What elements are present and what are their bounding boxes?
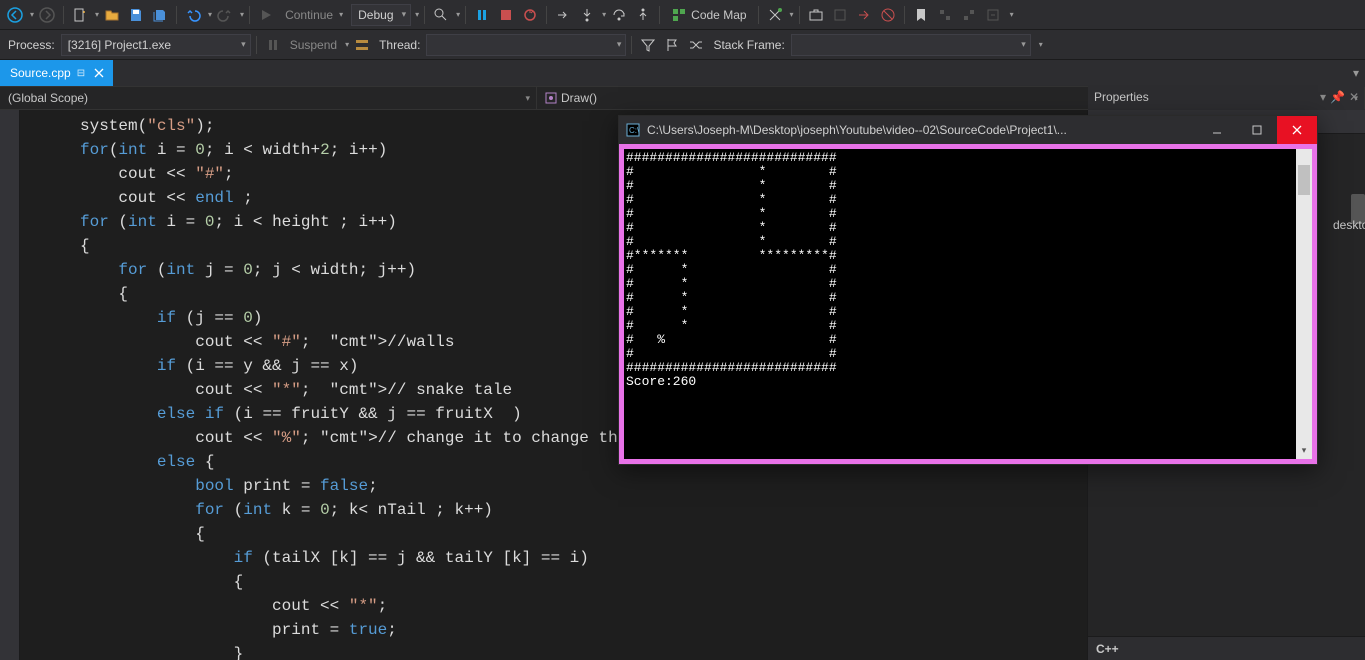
console-app-icon: C:\	[625, 122, 641, 138]
codemap-label: Code Map	[691, 8, 746, 22]
toolbox-button[interactable]	[805, 4, 827, 26]
bookmark-icon[interactable]	[910, 4, 932, 26]
console-title: C:\Users\Joseph-M\Desktop\joseph\Youtube…	[647, 123, 1197, 137]
properties-footer: C++	[1088, 636, 1365, 660]
find-button[interactable]	[430, 4, 452, 26]
console-minimize-button[interactable]	[1197, 116, 1237, 144]
process-label: Process:	[4, 38, 59, 52]
console-output-text: ########################### # * # # * # …	[626, 151, 1310, 389]
step-out-button[interactable]	[632, 4, 654, 26]
undo-dd[interactable]: ▾	[208, 10, 212, 19]
thread-icon[interactable]	[351, 34, 373, 56]
stackframe-dropdown[interactable]	[791, 34, 1031, 56]
process-value: [3216] Project1.exe	[68, 38, 171, 52]
flag-icon[interactable]	[661, 34, 683, 56]
tb-arrow-icon[interactable]	[853, 4, 875, 26]
save-button[interactable]	[125, 4, 147, 26]
toolbar-main: ▾ ▾ ▾ ▾ Continue ▾ Debug ▾ ▾	[0, 0, 1365, 30]
process-dropdown[interactable]: [3216] Project1.exe	[61, 34, 251, 56]
config-extra-dd[interactable]: ▾	[415, 10, 419, 19]
start-button[interactable]	[255, 4, 277, 26]
scope-left-value: (Global Scope)	[8, 91, 88, 105]
new-file-button[interactable]	[69, 4, 91, 26]
continue-button[interactable]: Continue ▾	[279, 4, 349, 26]
find-dd[interactable]: ▾	[456, 10, 460, 19]
save-all-button[interactable]	[149, 4, 171, 26]
toolbar-overflow-dd[interactable]: ▾	[1010, 10, 1014, 19]
add-to-map-dd[interactable]: ▾	[790, 10, 794, 19]
filter-icon[interactable]	[637, 34, 659, 56]
console-close-button[interactable]	[1277, 116, 1317, 144]
suspend-pause-icon[interactable]	[262, 34, 284, 56]
scope-left-dropdown[interactable]: (Global Scope)	[0, 87, 537, 109]
thread-dropdown[interactable]	[426, 34, 626, 56]
properties-side-label: desktop	[1333, 218, 1365, 232]
console-titlebar[interactable]: C:\ C:\Users\Joseph-M\Desktop\joseph\You…	[619, 116, 1317, 144]
stop-button[interactable]	[495, 4, 517, 26]
nav-forward-button[interactable]	[36, 4, 58, 26]
shuffle-icon[interactable]	[685, 34, 707, 56]
debug-toolbar-overflow[interactable]: ▾	[1039, 40, 1043, 49]
open-file-button[interactable]	[101, 4, 123, 26]
restart-button[interactable]	[519, 4, 541, 26]
breakpoint-gutter[interactable]	[0, 110, 20, 660]
suspend-dd[interactable]: ▾	[345, 40, 349, 49]
step-into-dd[interactable]: ▾	[602, 10, 606, 19]
console-scroll-down[interactable]: ▾	[1296, 443, 1312, 459]
redo-button[interactable]	[214, 4, 236, 26]
new-file-dd[interactable]: ▾	[95, 10, 99, 19]
console-scroll-thumb[interactable]	[1298, 165, 1310, 195]
nav-back-dd[interactable]: ▾	[30, 10, 34, 19]
tab-pin-icon[interactable]: ⊟	[77, 68, 85, 79]
stackframe-label: Stack Frame:	[709, 38, 788, 52]
tab-close-button[interactable]	[91, 65, 107, 81]
nav-back-button[interactable]	[4, 4, 26, 26]
add-to-map-button[interactable]	[764, 4, 786, 26]
tb-icon-2[interactable]	[829, 4, 851, 26]
thread-label: Thread:	[375, 38, 424, 52]
console-scrollbar[interactable]: ▴ ▾	[1296, 149, 1312, 459]
properties-footer-text: C++	[1096, 642, 1119, 656]
tb-icon-7[interactable]	[958, 4, 980, 26]
config-value: Debug	[358, 8, 393, 22]
tb-cancel-icon[interactable]	[877, 4, 899, 26]
document-tabs: Source.cpp ⊟ ▾	[0, 60, 1365, 86]
redo-dd[interactable]: ▾	[240, 10, 244, 19]
console-maximize-button[interactable]	[1237, 116, 1277, 144]
step-over-button[interactable]	[608, 4, 630, 26]
tab-label: Source.cpp	[10, 66, 71, 80]
codemap-button[interactable]: Code Map	[665, 4, 752, 26]
tab-source-cpp[interactable]: Source.cpp ⊟	[0, 60, 113, 86]
console-body: ########################### # * # # * # …	[624, 149, 1312, 459]
tabs-overflow[interactable]: ▾	[1347, 66, 1365, 80]
continue-label: Continue	[285, 8, 333, 22]
undo-button[interactable]	[182, 4, 204, 26]
step-into-button[interactable]	[576, 4, 598, 26]
suspend-label: Suspend	[286, 38, 341, 52]
scope-bar: (Global Scope) Draw()	[0, 86, 1365, 110]
config-dropdown[interactable]: Debug	[351, 4, 411, 26]
svg-text:C:\: C:\	[629, 126, 640, 135]
scope-right-value: Draw()	[561, 91, 597, 105]
console-window[interactable]: C:\ C:\Users\Joseph-M\Desktop\joseph\You…	[618, 115, 1318, 465]
pause-button[interactable]	[471, 4, 493, 26]
show-next-statement-button[interactable]	[552, 4, 574, 26]
function-icon	[545, 92, 557, 104]
tb-icon-8[interactable]	[982, 4, 1004, 26]
scope-right-dropdown[interactable]: Draw()	[537, 87, 1365, 109]
tb-icon-6[interactable]	[934, 4, 956, 26]
toolbar-debug: Process: [3216] Project1.exe Suspend ▾ T…	[0, 30, 1365, 60]
